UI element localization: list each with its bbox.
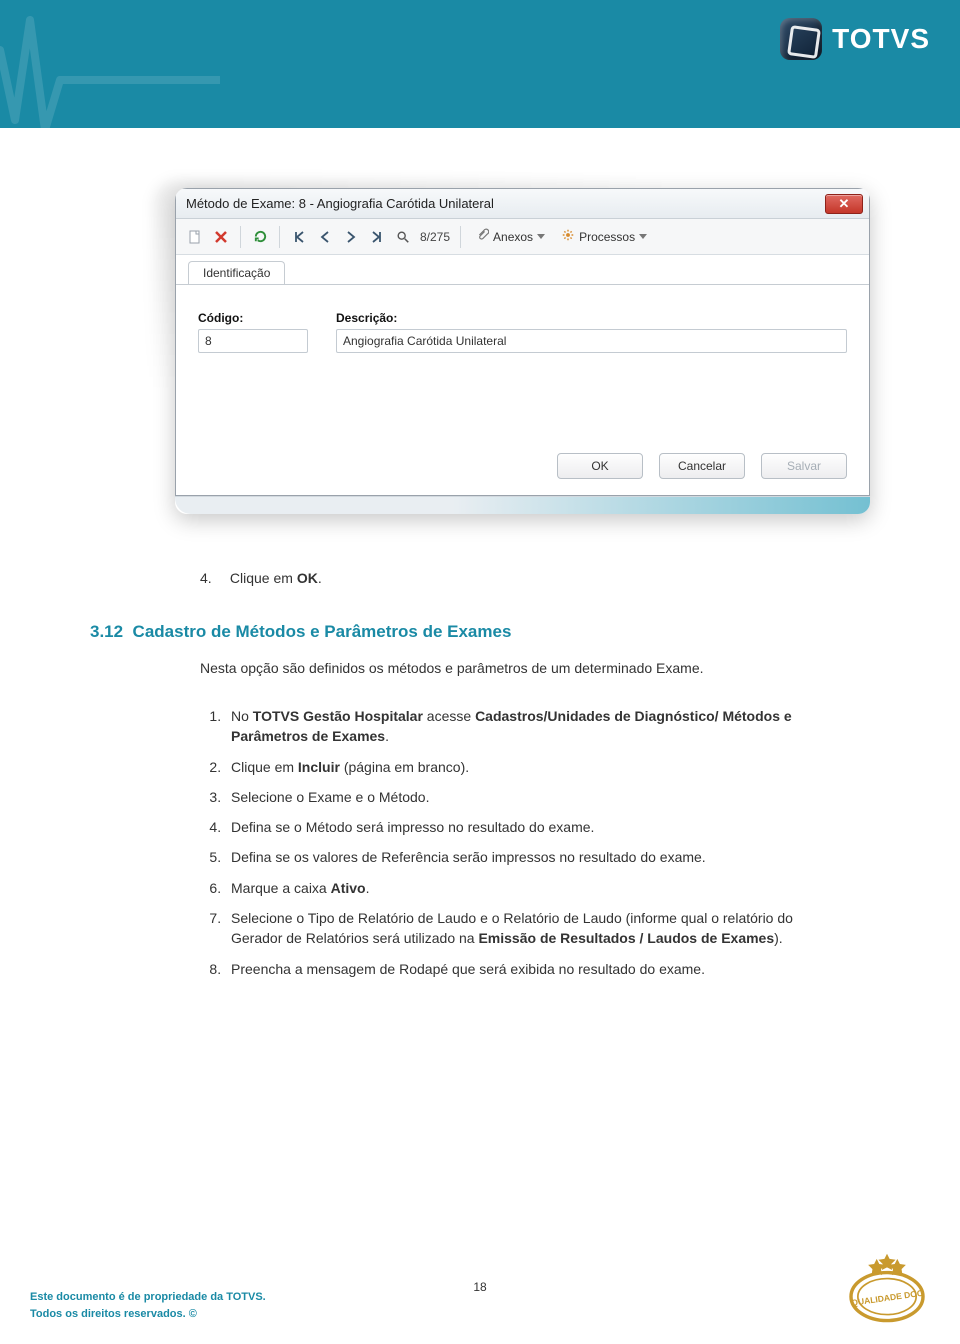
refresh-icon[interactable] <box>251 228 269 246</box>
delete-icon[interactable] <box>212 228 230 246</box>
list-item: No TOTVS Gestão Hospitalar acesse Cadast… <box>225 706 820 747</box>
chevron-down-icon <box>537 234 545 239</box>
quality-stamp-icon: QUALIDADE DOC <box>844 1252 930 1324</box>
section-intro: Nesta opção são definidos os métodos e p… <box>200 660 890 676</box>
steps-list: No TOTVS Gestão Hospitalar acesse Cadast… <box>225 706 890 979</box>
nav-first-icon[interactable] <box>290 228 308 246</box>
anexos-label: Anexos <box>493 230 533 244</box>
close-icon: ✕ <box>839 196 850 212</box>
preceding-step-4: 4. Clique em OK. <box>200 570 890 586</box>
nav-next-icon[interactable] <box>342 228 360 246</box>
nav-prev-icon[interactable] <box>316 228 334 246</box>
section-heading: 3.12 Cadastro de Métodos e Parâmetros de… <box>90 622 890 642</box>
screenshot-figure: Método de Exame: 8 - Angiografia Carótid… <box>175 188 870 514</box>
gear-icon <box>561 228 575 245</box>
list-item: Defina se os valores de Referência serão… <box>225 847 820 867</box>
window-title: Método de Exame: 8 - Angiografia Carótid… <box>186 196 494 211</box>
brand-cube-icon <box>780 18 822 60</box>
save-button[interactable]: Salvar <box>761 453 847 479</box>
window-titlebar: Método de Exame: 8 - Angiografia Carótid… <box>176 189 869 219</box>
new-icon[interactable] <box>186 228 204 246</box>
anexos-dropdown[interactable]: Anexos <box>471 228 549 245</box>
close-button[interactable]: ✕ <box>825 194 863 214</box>
processos-label: Processos <box>579 230 635 244</box>
list-item: Defina se o Método será impresso no resu… <box>225 817 820 837</box>
record-position: 8/275 <box>420 230 450 244</box>
codigo-label: Código: <box>198 311 308 325</box>
nav-last-icon[interactable] <box>368 228 386 246</box>
chevron-down-icon <box>639 234 647 239</box>
brand-name: TOTVS <box>832 23 930 55</box>
brand-logo: TOTVS <box>780 18 930 60</box>
list-item: Preencha a mensagem de Rodapé que será e… <box>225 959 820 979</box>
list-item: Clique em Incluir (página em branco). <box>225 757 820 777</box>
descricao-label: Descrição: <box>336 311 847 325</box>
list-item: Marque a caixa Ativo. <box>225 878 820 898</box>
list-item: Selecione o Exame e o Método. <box>225 787 820 807</box>
ecg-wave-decor <box>0 0 220 150</box>
list-item: Selecione o Tipo de Relatório de Laudo e… <box>225 908 820 949</box>
attachment-icon <box>475 228 489 245</box>
search-icon[interactable] <box>394 228 412 246</box>
descricao-input[interactable] <box>336 329 847 353</box>
screenshot-bottom-edge <box>175 496 870 514</box>
footer-copyright: Este documento é de propriedade da TOTVS… <box>30 1289 266 1324</box>
processos-dropdown[interactable]: Processos <box>557 228 651 245</box>
codigo-input[interactable] <box>198 329 308 353</box>
cancel-button[interactable]: Cancelar <box>659 453 745 479</box>
header-band: TOTVS <box>0 0 960 128</box>
toolbar: 8/275 Anexos Processos <box>176 219 869 255</box>
tab-identificacao[interactable]: Identificação <box>188 261 285 284</box>
ok-button[interactable]: OK <box>557 453 643 479</box>
